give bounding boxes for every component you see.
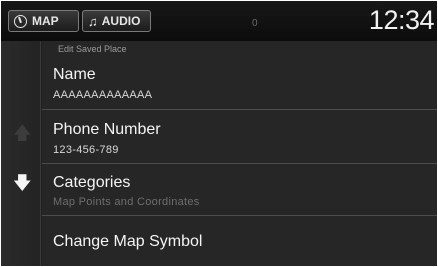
list-item-label: Phone Number xyxy=(53,121,161,138)
list-item-value: Map Points and Coordinates xyxy=(53,196,200,208)
edit-saved-place-list: Edit Saved Place Name AAAAAAAAAAAAA Phon… xyxy=(42,41,437,266)
compass-icon xyxy=(14,14,27,28)
list-item-label: Name xyxy=(53,66,96,83)
scroll-column: 🡅 🡇 xyxy=(1,41,41,266)
audio-tab[interactable]: ♫ AUDIO xyxy=(82,10,151,32)
signal-indicator: 0 xyxy=(252,18,258,29)
music-note-icon: ♫ xyxy=(88,13,98,29)
map-tab-label: MAP xyxy=(32,14,59,28)
navigation-screen: MAP ♫ AUDIO 0 12:34 🡅 🡇 Edit Saved Place… xyxy=(1,1,437,266)
map-tab[interactable]: MAP xyxy=(8,10,79,32)
list-item-label: Change Map Symbol xyxy=(53,233,203,250)
list-item-name[interactable]: Name AAAAAAAAAAAAA xyxy=(42,55,437,110)
clock: 12:34 xyxy=(368,5,435,35)
audio-tab-label: AUDIO xyxy=(101,14,141,28)
list-item-value: AAAAAAAAAAAAA xyxy=(53,89,153,101)
status-bar: MAP ♫ AUDIO 0 12:34 xyxy=(1,1,437,41)
page-title: Edit Saved Place xyxy=(58,44,127,54)
list-item-change-map-symbol[interactable]: Change Map Symbol xyxy=(42,216,437,266)
list-item-categories[interactable]: Categories Map Points and Coordinates xyxy=(42,164,437,216)
list-item-phone-number[interactable]: Phone Number 123-456-789 xyxy=(42,110,437,164)
list-item-label: Categories xyxy=(53,174,131,191)
list-item-value: 123-456-789 xyxy=(53,144,119,156)
